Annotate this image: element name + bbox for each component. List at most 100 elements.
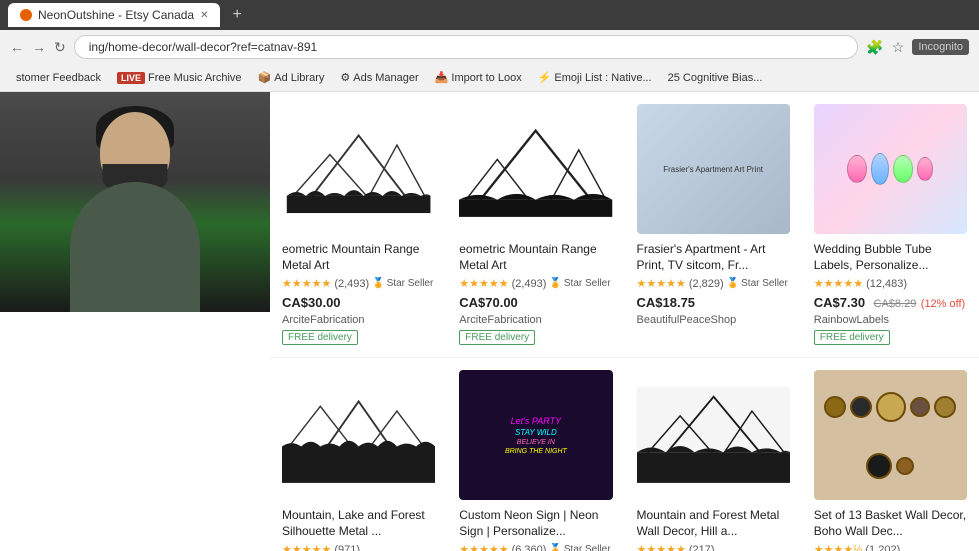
product-title-8: Set of 13 Basket Wall Decor, Boho Wall D… bbox=[814, 508, 967, 539]
bubble-img bbox=[814, 104, 967, 234]
bookmark-label: Free Music Archive bbox=[148, 72, 242, 84]
rating-count-3: (2,829) bbox=[689, 278, 724, 290]
product-card-3[interactable]: Frasier's Apartment Art Print Frasier's … bbox=[625, 92, 802, 358]
bookmark-label: Ads Manager bbox=[353, 72, 418, 84]
bookmark-button[interactable]: ☆ bbox=[892, 39, 905, 56]
stars-7: ★★★★★ bbox=[637, 543, 686, 551]
extensions-button[interactable]: 🧩 bbox=[866, 39, 883, 56]
rating-count-8: (1,202) bbox=[865, 544, 900, 551]
rating-count-4: (12,483) bbox=[866, 278, 907, 290]
browser-chrome: NeonOutshine - Etsy Canada ✕ + ← → ↻ ing… bbox=[0, 0, 979, 92]
bookmark-label: Ad Library bbox=[274, 72, 324, 84]
basket-5 bbox=[934, 396, 956, 418]
bookmark-cognitive-bias[interactable]: 25 Cognitive Bias... bbox=[662, 70, 769, 86]
price-row-1: CA$30.00 bbox=[282, 294, 435, 312]
product-image-1 bbox=[282, 104, 435, 234]
tab-close-button[interactable]: ✕ bbox=[200, 10, 208, 21]
star-seller-label-2: Star Seller bbox=[564, 278, 611, 289]
free-delivery-4: FREE delivery bbox=[814, 330, 890, 345]
address-input[interactable]: ing/home-decor/wall-decor?ref=catnav-891 bbox=[74, 35, 859, 59]
product-card-2[interactable]: eometric Mountain Range Metal Art ★★★★★ … bbox=[447, 92, 624, 358]
star-seller-label-6: Star Seller bbox=[564, 544, 611, 551]
star-seller-label-3: Star Seller bbox=[741, 278, 788, 289]
bookmark-ad-library[interactable]: 📦 Ad Library bbox=[252, 69, 331, 86]
import-icon: 📥 bbox=[435, 71, 449, 84]
bookmark-free-music-archive[interactable]: LIVE Free Music Archive bbox=[111, 70, 248, 86]
stars-3: ★★★★★ bbox=[637, 277, 686, 290]
product-card-1[interactable]: eometric Mountain Range Metal Art ★★★★★ … bbox=[270, 92, 447, 358]
star-seller-icon-3: 🏅 bbox=[727, 278, 739, 289]
stars-1: ★★★★★ bbox=[282, 277, 331, 290]
bubble-4 bbox=[917, 157, 933, 181]
emoji-icon: ⚡ bbox=[538, 71, 552, 84]
product-card-8[interactable]: Set of 13 Basket Wall Decor, Boho Wall D… bbox=[802, 358, 979, 551]
product-card-7[interactable]: Mountain and Forest Metal Wall Decor, Hi… bbox=[625, 358, 802, 551]
product-image-5 bbox=[282, 370, 435, 500]
tab-favicon bbox=[20, 9, 32, 21]
product-card-6[interactable]: Let's PARTY STAY WILD BELIEVE IN BRING T… bbox=[447, 358, 624, 551]
rating-count-2: (2,493) bbox=[512, 278, 547, 290]
bookmark-label: stomer Feedback bbox=[16, 72, 101, 84]
bookmark-label: 25 Cognitive Bias... bbox=[668, 72, 763, 84]
ratings-row-1: ★★★★★ (2,493) 🏅 Star Seller bbox=[282, 277, 435, 290]
seller-name-4: RainbowLabels bbox=[814, 314, 967, 326]
product-image-8 bbox=[814, 370, 967, 500]
bubble-3 bbox=[893, 155, 913, 183]
new-tab-button[interactable]: + bbox=[226, 4, 247, 26]
product-card-4[interactable]: Wedding Bubble Tube Labels, Personalize.… bbox=[802, 92, 979, 358]
bookmark-import-loox[interactable]: 📥 Import to Loox bbox=[429, 69, 528, 86]
product-title-1: eometric Mountain Range Metal Art bbox=[282, 242, 435, 273]
price-4: CA$7.30 bbox=[814, 295, 865, 310]
product-title-4: Wedding Bubble Tube Labels, Personalize.… bbox=[814, 242, 967, 273]
rating-count-5: (971) bbox=[334, 544, 360, 551]
ratings-row-8: ★★★★½ (1,202) bbox=[814, 543, 967, 551]
print-label: Frasier's Apartment Art Print bbox=[663, 165, 763, 174]
bookmark-ads-manager[interactable]: ⚙ Ads Manager bbox=[334, 69, 424, 86]
active-tab[interactable]: NeonOutshine - Etsy Canada ✕ bbox=[8, 3, 220, 27]
product-image-6: Let's PARTY STAY WILD BELIEVE IN BRING T… bbox=[459, 370, 612, 500]
stars-5: ★★★★★ bbox=[282, 543, 331, 551]
basket-3 bbox=[876, 392, 906, 422]
live-badge: LIVE bbox=[117, 72, 145, 84]
price-3: CA$18.75 bbox=[637, 295, 696, 310]
stars-6: ★★★★★ bbox=[459, 543, 508, 551]
seller-name-1: ArciteFabrication bbox=[282, 314, 435, 326]
star-seller-icon-2: 🏅 bbox=[549, 278, 561, 289]
price-row-4: CA$7.30 CA$8.29 (12% off) bbox=[814, 294, 967, 312]
basket-4 bbox=[910, 397, 930, 417]
rating-count-7: (217) bbox=[689, 544, 715, 551]
free-delivery-1: FREE delivery bbox=[282, 330, 358, 345]
address-text: ing/home-decor/wall-decor?ref=catnav-891 bbox=[89, 40, 317, 54]
product-title-3: Frasier's Apartment - Art Print, TV sitc… bbox=[637, 242, 790, 273]
forward-button[interactable]: → bbox=[32, 39, 46, 55]
product-title-2: eometric Mountain Range Metal Art bbox=[459, 242, 612, 273]
bubble-1 bbox=[847, 155, 867, 183]
price-row-3: CA$18.75 bbox=[637, 294, 790, 312]
product-image-4 bbox=[814, 104, 967, 234]
star-seller-badge-3: 🏅 Star Seller bbox=[727, 278, 788, 289]
star-seller-label-1: Star Seller bbox=[387, 278, 434, 289]
product-image-2 bbox=[459, 104, 612, 234]
refresh-button[interactable]: ↻ bbox=[54, 39, 66, 56]
bookmark-label: Emoji List : Native... bbox=[554, 72, 651, 84]
back-button[interactable]: ← bbox=[10, 39, 24, 55]
bookmark-customer-feedback[interactable]: stomer Feedback bbox=[10, 70, 107, 86]
star-seller-badge-1: 🏅 Star Seller bbox=[372, 278, 433, 289]
star-seller-icon-6: 🏅 bbox=[549, 544, 561, 551]
bookmark-emoji-list[interactable]: ⚡ Emoji List : Native... bbox=[532, 69, 658, 86]
price-1: CA$30.00 bbox=[282, 295, 341, 310]
free-delivery-2: FREE delivery bbox=[459, 330, 535, 345]
star-seller-badge-6: 🏅 Star Seller bbox=[549, 544, 610, 551]
product-card-5[interactable]: Mountain, Lake and Forest Silhouette Met… bbox=[270, 358, 447, 551]
mountain-svg-1 bbox=[282, 104, 435, 234]
ratings-row-3: ★★★★★ (2,829) 🏅 Star Seller bbox=[637, 277, 790, 290]
basket-img bbox=[814, 370, 967, 500]
address-bar-row: ← → ↻ ing/home-decor/wall-decor?ref=catn… bbox=[0, 30, 979, 64]
price-row-2: CA$70.00 bbox=[459, 294, 612, 312]
product-title-5: Mountain, Lake and Forest Silhouette Met… bbox=[282, 508, 435, 539]
frasiers-print-img: Frasier's Apartment Art Print bbox=[637, 104, 790, 234]
ratings-row-6: ★★★★★ (6,360) 🏅 Star Seller bbox=[459, 543, 612, 551]
price-original-4: CA$8.29 bbox=[874, 298, 917, 310]
product-title-7: Mountain and Forest Metal Wall Decor, Hi… bbox=[637, 508, 790, 539]
ratings-row-5: ★★★★★ (971) bbox=[282, 543, 435, 551]
